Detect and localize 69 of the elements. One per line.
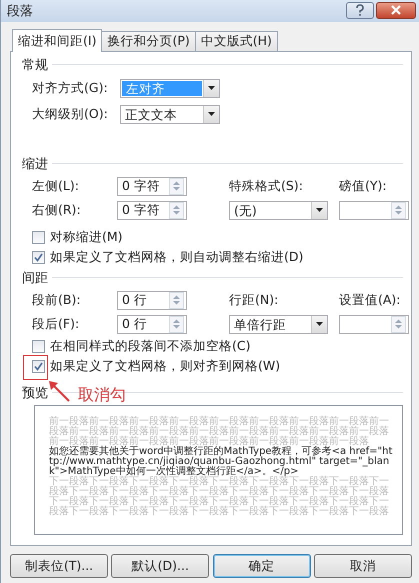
spin-field[interactable]: 0 行 [117, 290, 187, 310]
section-heading: 缩进 [22, 156, 48, 172]
spin-field[interactable] [339, 200, 409, 220]
spinner-arrows-icon [394, 204, 403, 216]
help-icon [355, 4, 365, 16]
caret-icon [208, 112, 215, 116]
checkbox[interactable] [32, 230, 45, 244]
spin-field[interactable]: 0 字符 [117, 176, 187, 196]
spinner-buttons[interactable] [169, 178, 184, 194]
field-label: 对齐方式(G): [32, 80, 109, 96]
field-label: 行距(N): [229, 292, 280, 308]
dialog-button[interactable]: 默认(D)... [111, 554, 210, 578]
close-icon [391, 5, 401, 15]
caret-icon [208, 86, 215, 90]
checkbox-label: 如果定义了文档网格，则对齐到网格(W) [50, 358, 280, 374]
field-label: 段后(F): [32, 316, 80, 332]
dropdown-arrow-button[interactable] [203, 80, 219, 96]
dialog-button[interactable]: 取消 [314, 554, 412, 578]
section-heading: 间距 [22, 270, 48, 286]
spinner-arrows-icon [172, 318, 181, 330]
field-label: 右侧(R): [32, 202, 82, 218]
checkbox[interactable] [32, 250, 45, 264]
spinner-buttons[interactable] [391, 316, 406, 332]
checkbox-label: 在相同样式的段落间不添加空格(C) [50, 338, 250, 354]
spinner-arrows-icon [394, 318, 403, 330]
dropdown-arrow-button[interactable] [311, 316, 327, 332]
checkbox-label: 对称缩进(M) [50, 228, 123, 246]
dropdown-arrow-button[interactable] [203, 106, 219, 122]
preview-text: 如您还需要其他关于word中调整行距的MathType教程，可参考<a href="http://www.mathtype.cn/jiqiao/quanbu-Gaozhong.html" target="_blank">MathType中如何一次性调整文档行距</a>。</p> [49, 447, 394, 477]
spinner-arrows-icon [172, 204, 181, 216]
field-label: 段前(B): [32, 292, 82, 308]
field-label: 特殊格式(S): [229, 178, 304, 194]
tab[interactable]: 换行和分页(P) [101, 31, 196, 51]
checkbox-label: 如果定义了文档网格，则自动调整右缩进(D) [50, 248, 304, 266]
preview-text: 下一段落下一段落下一段落下一段落下一段落下一段落下一段落下一段落下一段落下一段落下一段落下一段落下一段落下一段落下一段落下一段落下一段落下一段落下一段落下一段落下一段落下一段落下一段落下一段落下一段落下一段落下一段落下一段落下一段落下一段落下一段落下一段落下一段落下一段落 [49, 477, 390, 517]
spinner-buttons[interactable] [169, 316, 184, 332]
arrow-icon [48, 380, 70, 402]
spin-field[interactable]: 0 字符 [117, 200, 187, 220]
tab[interactable]: 中文版式(H) [194, 31, 278, 51]
dropdown-field[interactable]: 正文文本 [120, 104, 220, 124]
spinner-buttons[interactable] [169, 292, 184, 308]
checkbox[interactable] [32, 340, 45, 352]
spinner-arrows-icon [172, 294, 181, 306]
window-title: 段落 [7, 3, 33, 20]
spinner-buttons[interactable] [391, 202, 406, 218]
field-label: 磅值(Y): [339, 178, 388, 194]
spin-field[interactable]: 0 行 [117, 314, 187, 334]
dialog-button[interactable]: 确定 [212, 554, 311, 578]
tab[interactable]: 缩进和间距(I) [12, 29, 102, 52]
caret-icon [316, 208, 323, 212]
spinner-arrows-icon [172, 180, 181, 192]
dropdown-field[interactable]: 单倍行距 [229, 314, 328, 334]
section-heading: 预览 [22, 384, 48, 402]
help-button[interactable] [346, 2, 374, 18]
checkbox[interactable] [32, 360, 45, 372]
highlight-rectangle [23, 355, 48, 380]
field-label: 设置值(A): [339, 292, 402, 308]
dialog-button[interactable]: 制表位(T)... [10, 554, 108, 578]
caret-icon [316, 322, 323, 326]
dropdown-arrow-button[interactable] [311, 202, 327, 218]
preview-text: 前一段落前一段落前一段落前一段落前一段落前一段落前一段落前一段落前一段落前一段落前一段落前一段落前一段落前一段落前一段落前一段落前一段落前一段落前一段落前一段落前一段落前一段落前一段落前一段落前一段落 [49, 417, 389, 447]
field-label: 左侧(L): [32, 178, 80, 194]
field-label: 大纲级别(O): [32, 106, 109, 122]
annotation-text: 取消勾 [78, 386, 126, 404]
section-heading: 常规 [22, 56, 48, 74]
spinner-buttons[interactable] [169, 202, 184, 218]
close-button[interactable] [376, 2, 416, 18]
spin-field[interactable] [339, 314, 409, 334]
dropdown-field[interactable]: (无) [229, 200, 328, 220]
